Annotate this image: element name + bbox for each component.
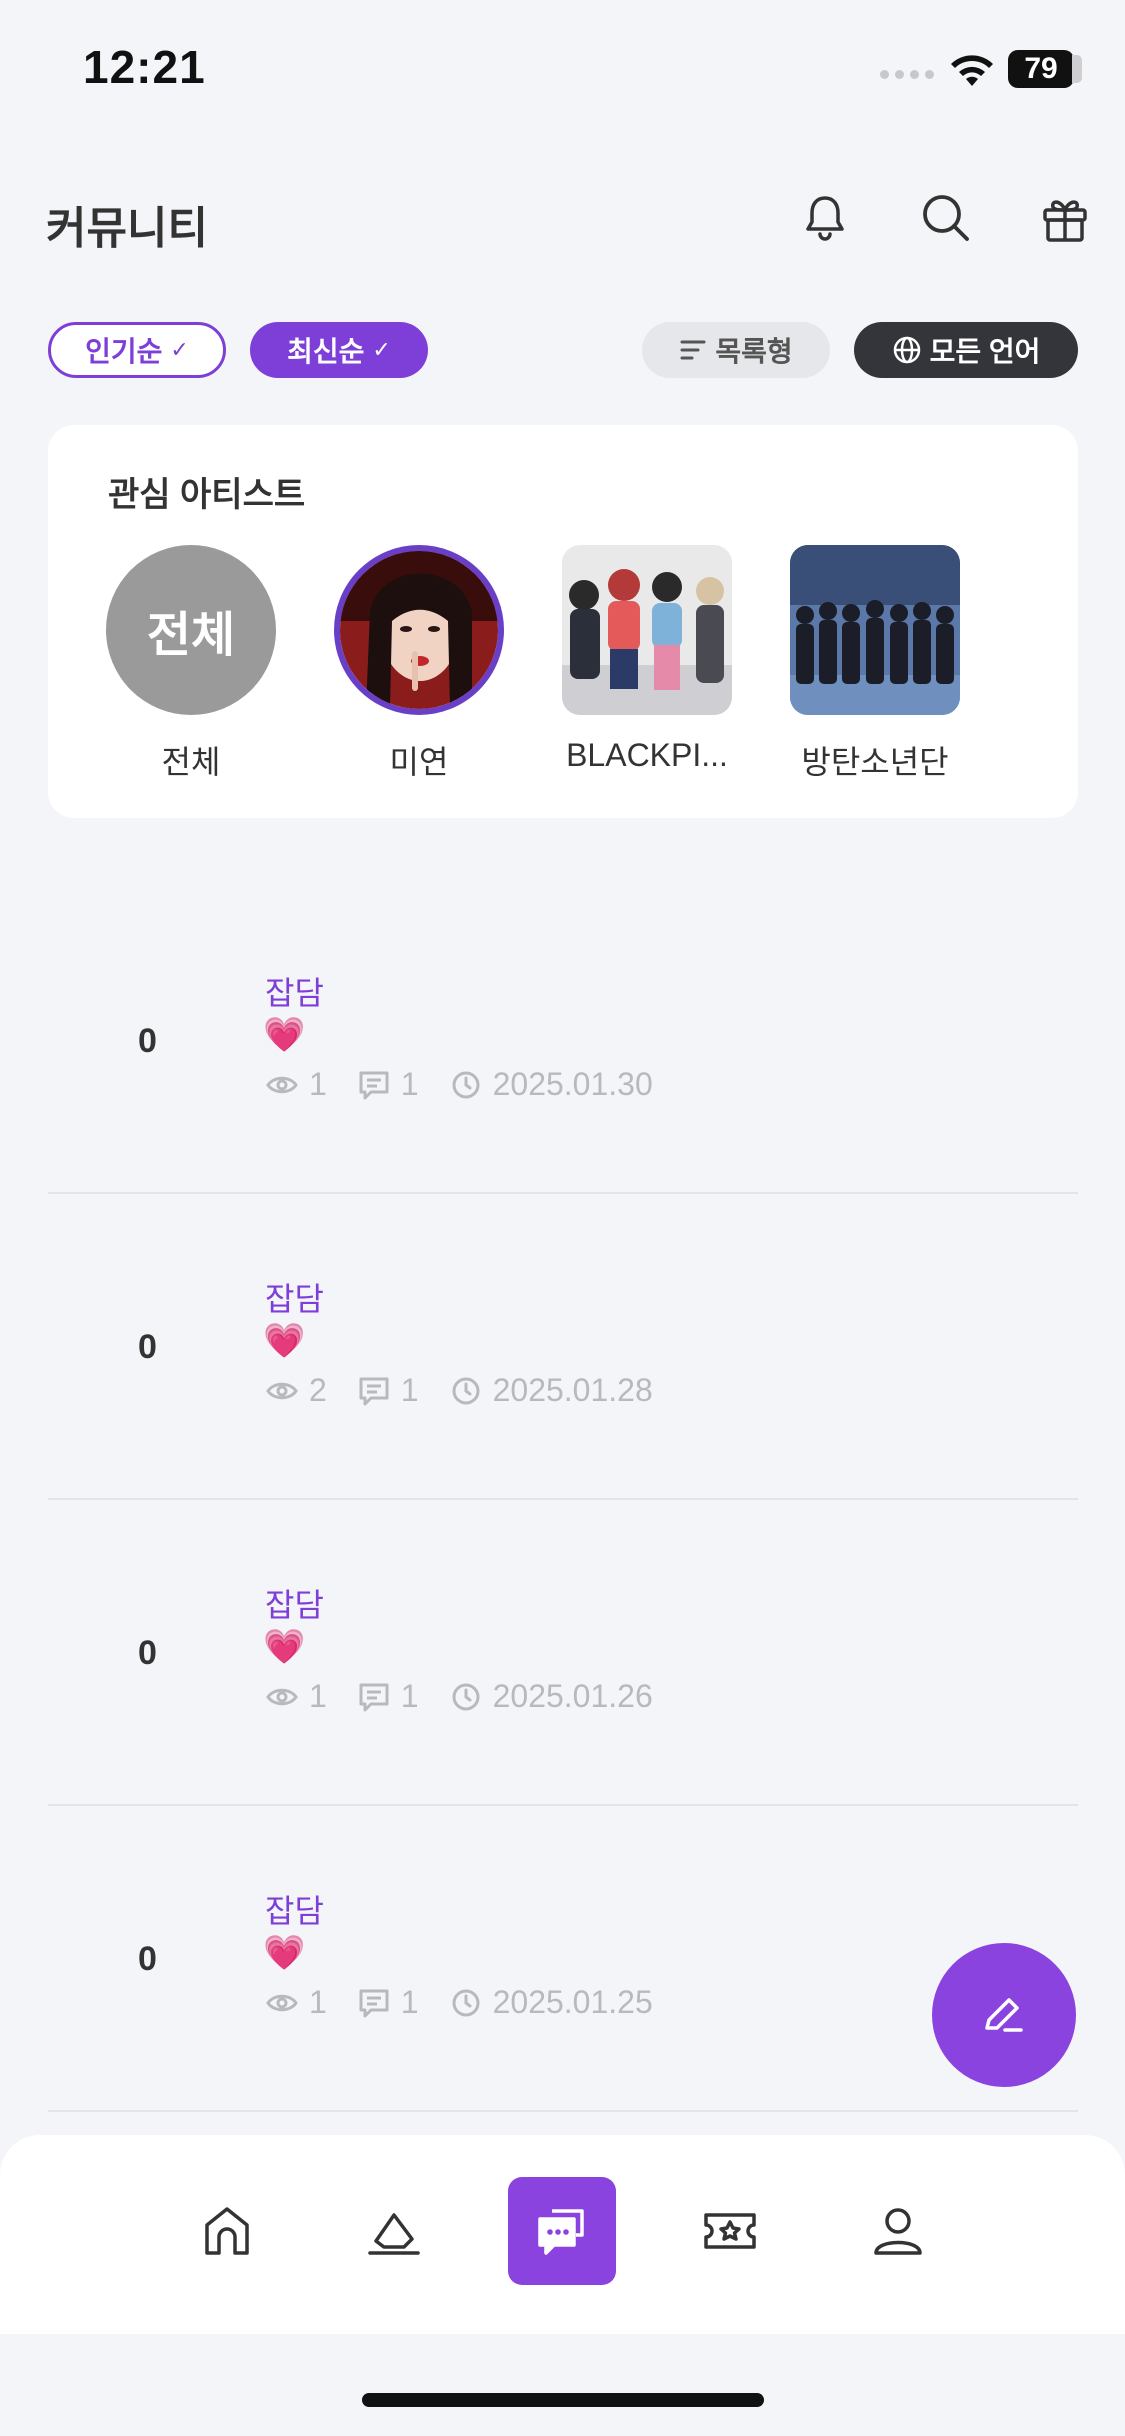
comment-count: 1 (400, 1984, 419, 2020)
like-count: 0 (138, 1940, 157, 1978)
list-icon (680, 340, 706, 360)
status-time: 12:21 (83, 41, 206, 93)
artist-item-miyeon[interactable]: 미연 (309, 545, 529, 783)
tab-home[interactable] (173, 2177, 281, 2285)
checkmark-icon: ✓ (170, 337, 189, 362)
list-view-button[interactable]: 목록형 (642, 322, 830, 378)
post-date: 2025.01.28 (492, 1372, 653, 1408)
write-post-button[interactable] (932, 1943, 1076, 2087)
clock-icon (452, 1989, 480, 2016)
post-title: 💗 (263, 1322, 306, 1360)
bell-icon[interactable] (795, 188, 855, 248)
artist-name: 미연 (389, 744, 449, 780)
status-bar: 12:21 79 (0, 0, 1125, 140)
tab-community[interactable] (508, 2177, 616, 2285)
tab-ticket[interactable] (676, 2177, 784, 2285)
gift-icon[interactable] (1035, 188, 1095, 248)
artist-item-all[interactable]: 전체 전체 (81, 545, 301, 783)
eye-icon (266, 1688, 298, 1705)
comment-count: 1 (400, 1678, 419, 1714)
view-count: 2 (309, 1372, 327, 1408)
post-date: 2025.01.25 (492, 1984, 653, 2020)
wifi-icon (951, 55, 993, 86)
view-count: 1 (309, 1678, 327, 1714)
bottom-safe-area (0, 2334, 1125, 2436)
battery-icon: 79 (1008, 50, 1082, 88)
eye-icon (266, 1076, 298, 1093)
ticket-icon (704, 2213, 756, 2249)
artist-name: 전체 (161, 744, 221, 780)
post-meta: 2 1 2025.01.28 (265, 1372, 683, 1409)
artist-name: BLACKPI... (566, 737, 728, 773)
post-title: 💗 (263, 1628, 306, 1666)
comment-icon (359, 1989, 389, 2017)
post-meta: 1 1 2025.01.25 (265, 1984, 683, 2021)
post-category: 잡담 (265, 975, 324, 1011)
artist-photo (334, 545, 504, 715)
view-count: 1 (309, 1066, 327, 1102)
sort-popular-label: 인기순 (85, 336, 163, 367)
eye-icon (266, 1994, 298, 2011)
chat-icon (538, 2209, 584, 2255)
search-icon[interactable] (916, 188, 976, 248)
comment-count: 1 (400, 1372, 419, 1408)
artist-item-bts[interactable]: 방탄소년단 (765, 545, 985, 783)
header: 커뮤니티 (0, 170, 1125, 270)
comment-icon (359, 1071, 389, 1099)
post-category: 잡담 (265, 1281, 324, 1317)
eraser-icon (368, 2213, 420, 2255)
checkmark-icon: ✓ (372, 337, 391, 362)
post-date: 2025.01.30 (492, 1066, 653, 1102)
favorite-artists-card: 관심 아티스트 전체 전체 미연 BLACKPI... 방탄소년단 (48, 425, 1078, 818)
comment-count: 1 (400, 1066, 419, 1102)
globe-icon (893, 336, 920, 364)
sort-latest-chip[interactable]: 최신순 ✓ (250, 322, 428, 378)
page-title: 커뮤니티 (46, 204, 208, 253)
clock-icon (452, 1071, 480, 1098)
sort-latest-label: 최신순 (287, 336, 365, 367)
artist-thumb-all: 전체 (106, 545, 276, 715)
home-indicator (362, 2393, 764, 2407)
artist-photo (562, 545, 732, 715)
artist-item-blackpink[interactable]: BLACKPI... (537, 545, 757, 774)
post-category: 잡담 (265, 1893, 324, 1929)
comment-icon (359, 1377, 389, 1405)
pencil-icon (985, 1998, 1023, 2032)
post-category: 잡담 (265, 1587, 324, 1623)
profile-icon (874, 2208, 922, 2255)
like-count: 0 (138, 1328, 157, 1366)
post-item[interactable]: 0 잡담 💗 1 1 2025.01.25 (48, 1806, 1078, 2112)
post-item[interactable]: 0 잡담 💗 2 1 2025.01.28 (48, 1194, 1078, 1500)
home-icon (205, 2207, 249, 2255)
language-label: 모든 언어 (929, 336, 1041, 367)
post-item[interactable]: 0 잡담 💗 1 1 2025.01.26 (48, 1500, 1078, 1806)
list-view-label: 목록형 (715, 336, 793, 367)
artist-name: 방탄소년단 (801, 744, 949, 780)
comment-icon (359, 1683, 389, 1711)
sort-popular-chip[interactable]: 인기순 ✓ (48, 322, 226, 378)
language-button[interactable]: 모든 언어 (854, 322, 1078, 378)
post-date: 2025.01.26 (492, 1678, 653, 1714)
post-item[interactable]: 0 잡담 💗 1 1 2025.01.30 (48, 888, 1078, 1194)
filter-bar: 인기순 ✓ 최신순 ✓ 목록형 모든 언어 (0, 322, 1125, 380)
post-title: 💗 (263, 1934, 306, 1972)
like-count: 0 (138, 1634, 157, 1672)
signal-icon (880, 70, 934, 79)
like-count: 0 (138, 1022, 157, 1060)
battery-level: 79 (1008, 50, 1074, 88)
artist-photo (790, 545, 960, 715)
favorite-artists-title: 관심 아티스트 (108, 476, 306, 514)
view-count: 1 (309, 1984, 327, 2020)
post-title: 💗 (263, 1016, 306, 1054)
tab-eraser[interactable] (340, 2177, 448, 2285)
tab-profile[interactable] (844, 2177, 952, 2285)
eye-icon (266, 1382, 298, 1399)
clock-icon (452, 1377, 480, 1404)
post-meta: 1 1 2025.01.30 (265, 1066, 683, 1103)
clock-icon (452, 1683, 480, 1710)
post-meta: 1 1 2025.01.26 (265, 1678, 683, 1715)
